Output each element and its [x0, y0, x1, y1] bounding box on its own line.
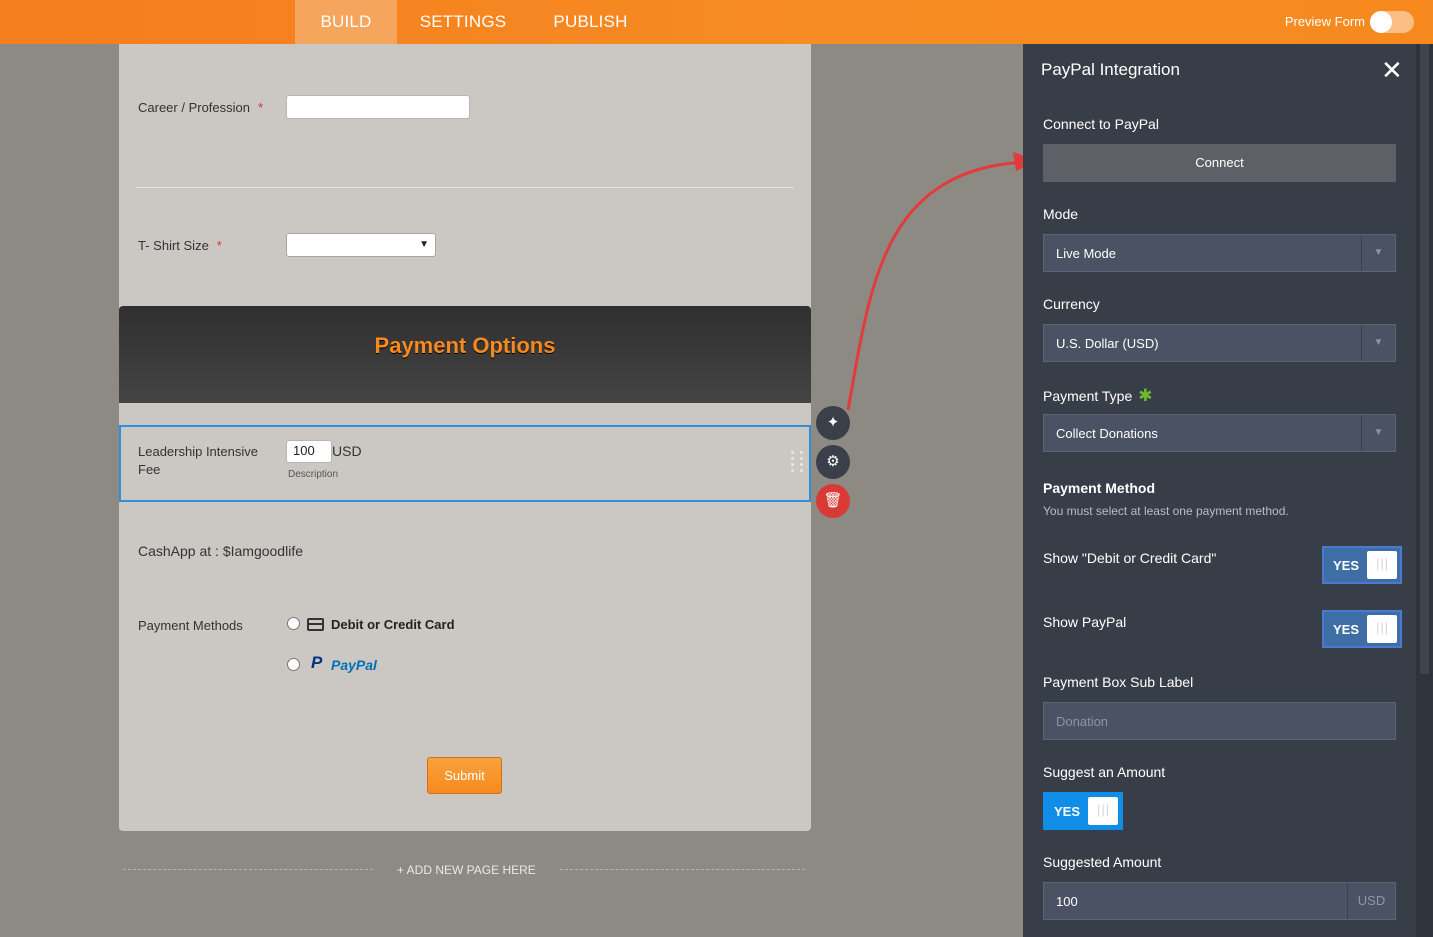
required-star-icon: ✱ — [1138, 386, 1153, 405]
panel-title: PayPal Integration — [1041, 60, 1180, 79]
connect-label: Connect to PayPal — [1043, 116, 1159, 132]
show-card-toggle[interactable]: YES — [1322, 546, 1402, 584]
suggested-amount-label: Suggested Amount — [1043, 854, 1162, 870]
suggest-amount-label: Suggest an Amount — [1043, 764, 1166, 780]
suggest-amount-toggle[interactable]: YES — [1043, 792, 1123, 830]
mode-select[interactable]: Live Mode ▼ — [1043, 234, 1396, 272]
mode-label: Mode — [1043, 206, 1079, 222]
currency-unit: USD — [1347, 883, 1395, 919]
chevron-down-icon: ▼ — [1361, 325, 1395, 361]
chevron-down-icon: ▼ — [1361, 415, 1395, 451]
payment-method-note: You must select at least one payment met… — [1043, 504, 1289, 518]
payment-method-heading: Payment Method — [1043, 480, 1156, 496]
payment-type-select[interactable]: Collect Donations ▼ — [1043, 414, 1396, 452]
show-paypal-label: Show PayPal — [1043, 614, 1127, 630]
paypal-integration-panel: PayPal Integration ✕ Connect to PayPal C… — [1023, 44, 1433, 937]
panel-scrollbar[interactable] — [1416, 44, 1433, 937]
show-paypal-toggle[interactable]: YES — [1322, 610, 1402, 648]
close-icon[interactable]: ✕ — [1381, 55, 1403, 86]
suggested-amount-input[interactable]: 100 USD — [1043, 882, 1396, 920]
sub-label-input[interactable]: Donation — [1043, 702, 1396, 740]
connect-button[interactable]: Connect — [1043, 144, 1396, 182]
currency-select[interactable]: U.S. Dollar (USD) ▼ — [1043, 324, 1396, 362]
sub-label-label: Payment Box Sub Label — [1043, 674, 1194, 690]
payment-type-label: Payment Type ✱ — [1043, 386, 1153, 405]
chevron-down-icon: ▼ — [1361, 235, 1395, 271]
show-card-label: Show "Debit or Credit Card" — [1043, 550, 1217, 566]
currency-label: Currency — [1043, 296, 1100, 312]
